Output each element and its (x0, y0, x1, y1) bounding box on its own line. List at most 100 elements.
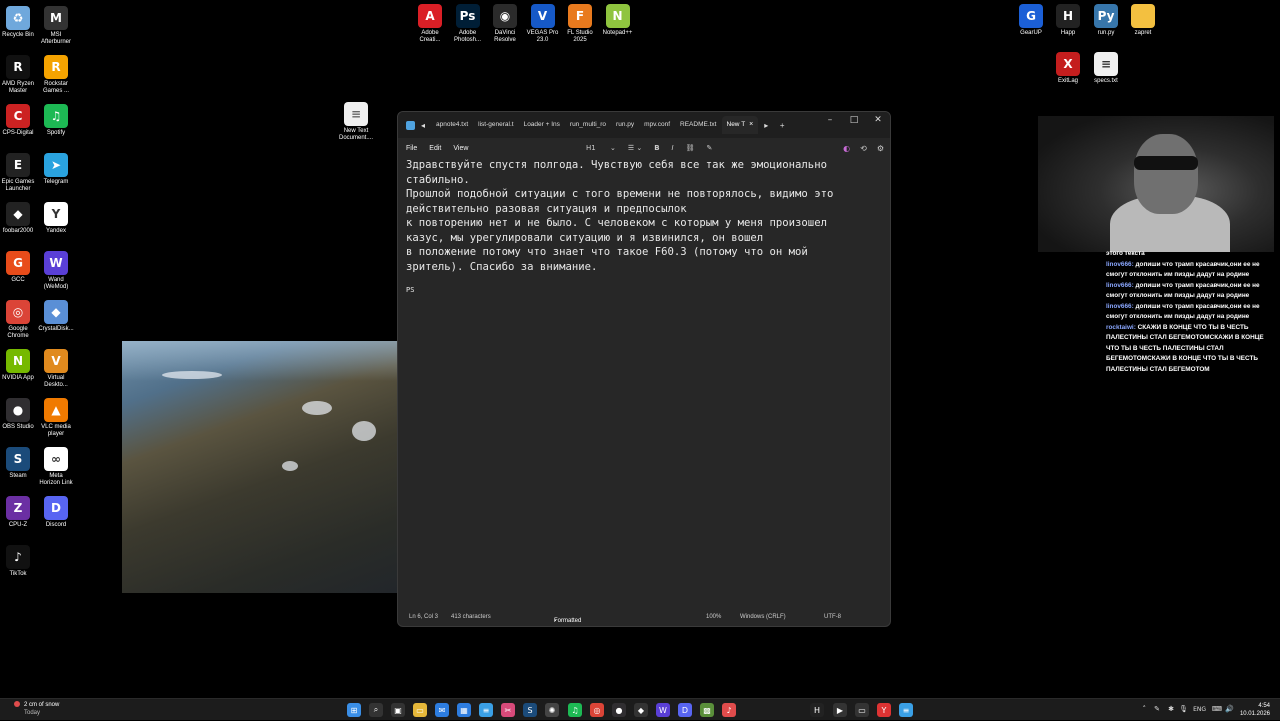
desktop-icon-recycle-bin[interactable]: ♻ Recycle Bin (0, 6, 38, 39)
desktop-icon-meta-horizon[interactable]: ∞ Meta Horizon Link (36, 447, 76, 487)
cmd-icon[interactable]: ▭ (855, 703, 869, 717)
desktop-icon-vegas-pro[interactable]: V VEGAS Pro 23.0 (523, 4, 563, 44)
yandex-music-icon[interactable]: ♪ (722, 703, 736, 717)
desktop-icon-cpu-z[interactable]: Z CPU-Z (0, 496, 38, 529)
maximize-button[interactable]: □ (842, 112, 866, 128)
tab-file[interactable]: README.txt (675, 116, 721, 134)
link-icon[interactable]: ⛓ (686, 144, 695, 152)
bold-button[interactable]: B (654, 144, 659, 152)
store-icon[interactable]: ▦ (457, 703, 471, 717)
close-tab-icon[interactable]: × (749, 121, 753, 128)
chatgpt-icon[interactable]: ✺ (545, 703, 559, 717)
clock[interactable]: 4:54 10.01.2026 (1240, 702, 1270, 718)
copilot-icon[interactable]: ◐ (843, 144, 850, 153)
mic-icon[interactable]: 🎙 (1179, 705, 1188, 713)
desktop-icon-discord[interactable]: D Discord (36, 496, 76, 529)
desktop-icon-exitlag[interactable]: X ExitLag (1048, 52, 1088, 85)
minecraft-icon[interactable]: ▩ (700, 703, 714, 717)
razer-icon[interactable]: ◆ (634, 703, 648, 717)
menu-file[interactable]: File (400, 145, 423, 152)
spotify-icon[interactable]: ♫ (568, 703, 582, 717)
desktop-icon-amd-ryzen-master[interactable]: R AMD Ryzen Master (0, 55, 38, 95)
desktop-icon-text-file[interactable]: ≡ specs.txt (1086, 52, 1126, 85)
tab-file[interactable]: Loader + Ins (519, 116, 565, 134)
obs-icon[interactable]: ● (612, 703, 626, 717)
line-ending[interactable]: Windows (CRLF) (740, 614, 786, 620)
desktop-icon-new-text-document[interactable]: ≡ New Text Document.... (336, 102, 376, 142)
weather-widget[interactable]: 2 cm of snow Today (6, 701, 59, 717)
italic-button[interactable]: I (672, 144, 674, 152)
steam-icon[interactable]: S (523, 703, 537, 717)
settings-gear-icon[interactable]: ⚙ (877, 144, 884, 153)
wand-icon[interactable]: W (656, 703, 670, 717)
desktop-icon-happ[interactable]: H Happ (1048, 4, 1088, 37)
yandex-icon[interactable]: Y (877, 703, 891, 717)
desktop-icon-adobe-cc[interactable]: A Adobe Creati... (410, 4, 450, 44)
desktop-icon-cps-digital[interactable]: C CPS-Digital (0, 104, 38, 137)
desktop-icon-python-file[interactable]: Py run.py (1086, 4, 1126, 37)
happ-icon[interactable]: H (810, 703, 824, 717)
desktop-icon-gcc[interactable]: G GCC (0, 251, 38, 284)
desktop-icon-obs[interactable]: ● OBS Studio (0, 398, 38, 431)
text-editor[interactable]: Здравствуйте спустя полгода. Чувствую се… (406, 158, 880, 606)
scroll-tabs-right-button[interactable]: ▸ (758, 121, 774, 130)
minimize-button[interactable]: – (818, 112, 842, 128)
heading-dropdown[interactable]: H1 ⌄ (586, 144, 616, 152)
desktop-icon-davinci-resolve[interactable]: ◉ DaVinci Resolve (485, 4, 525, 44)
search-icon[interactable]: ⌕ (369, 703, 383, 717)
tray-overflow-icon[interactable]: ˄ (1143, 705, 1147, 713)
desktop-icon-msi-afterburner[interactable]: M MSI Afterburner (36, 6, 76, 46)
desktop-icon-nvidia[interactable]: N NVIDIA App (0, 349, 38, 382)
chrome-icon[interactable]: ◎ (590, 703, 604, 717)
file-explorer-icon[interactable]: ▭ (413, 703, 427, 717)
tab-file[interactable]: run_multi_ro (565, 116, 611, 134)
desktop-icon-vlc[interactable]: ▲ VLC media player (36, 398, 76, 438)
taskview-icon[interactable]: ▣ (391, 703, 405, 717)
volume-icon[interactable]: 🔊 (1225, 705, 1234, 713)
desktop-icon-tiktok[interactable]: ♪ TikTok (0, 545, 38, 578)
notepad-active-icon[interactable]: ≡ (899, 703, 913, 717)
desktop-icon-virtual-desktop[interactable]: V Virtual Deskto... (36, 349, 76, 389)
desktop-icon-chrome[interactable]: ◎ Google Chrome (0, 300, 38, 340)
zoom-level[interactable]: 100% (706, 614, 721, 620)
menu-view[interactable]: View (447, 145, 474, 152)
desktop-icon-epic-games[interactable]: E Epic Games Launcher (0, 153, 38, 193)
mail-icon[interactable]: ✉ (435, 703, 449, 717)
scroll-tabs-left-button[interactable]: ◂ (415, 121, 431, 130)
menu-edit[interactable]: Edit (423, 145, 447, 152)
terminal-icon[interactable]: ▶ (833, 703, 847, 717)
desktop-icon-gearup[interactable]: G GearUP (1011, 4, 1051, 37)
desktop-icon-yandex[interactable]: Y Yandex (36, 202, 76, 235)
right-toolbar: ◐ ⟲ ⚙ (833, 138, 884, 158)
tab-file[interactable]: mpv.conf (639, 116, 675, 134)
network-icon[interactable]: ⌨ (1212, 705, 1222, 713)
tab-active[interactable]: New T × (721, 116, 759, 134)
desktop-icon-spotify[interactable]: ♫ Spotify (36, 104, 76, 137)
desktop-icon-photoshop[interactable]: Ps Adobe Photosh... (448, 4, 488, 44)
encoding[interactable]: UTF-8 (824, 614, 841, 620)
desktop-icon-folder[interactable]: zapret (1123, 4, 1163, 37)
bluetooth-icon[interactable]: ✱ (1168, 705, 1174, 713)
desktop-icon-fl-studio[interactable]: F FL Studio 2025 (560, 4, 600, 44)
desktop-icon-rockstar-games[interactable]: R Rockstar Games ... (36, 55, 76, 95)
start-icon[interactable]: ⊞ (347, 703, 361, 717)
list-dropdown-icon[interactable]: ☰ ⌄ (628, 144, 642, 152)
desktop-icon-telegram[interactable]: ➤ Telegram (36, 153, 76, 186)
desktop-icon-crystaldisk[interactable]: ◆ CrystalDisk... (36, 300, 76, 333)
clear-format-icon[interactable]: ✎ (707, 144, 713, 152)
notepad-icon[interactable]: ≡ (479, 703, 493, 717)
desktop-icon-wand[interactable]: W Wand (WeMod) (36, 251, 76, 291)
discord-icon[interactable]: D (678, 703, 692, 717)
desktop-icon-foobar2000[interactable]: ◆ foobar2000 (0, 202, 38, 235)
tray-app-icon[interactable]: ✎ (1154, 705, 1160, 713)
tab-file[interactable]: run.py (611, 116, 639, 134)
language-indicator[interactable]: ENG (1193, 706, 1206, 713)
desktop-icon-steam[interactable]: S Steam (0, 447, 38, 480)
rewrite-icon[interactable]: ⟲ (860, 144, 867, 153)
close-button[interactable]: ✕ (866, 112, 890, 128)
tab-file[interactable]: apnote4.txt (431, 116, 473, 134)
snipping-icon[interactable]: ✂ (501, 703, 515, 717)
tab-file[interactable]: list-general.t (473, 116, 518, 134)
new-tab-button[interactable]: + (774, 121, 790, 130)
desktop-icon-notepadpp[interactable]: N Notepad++ (598, 4, 638, 37)
